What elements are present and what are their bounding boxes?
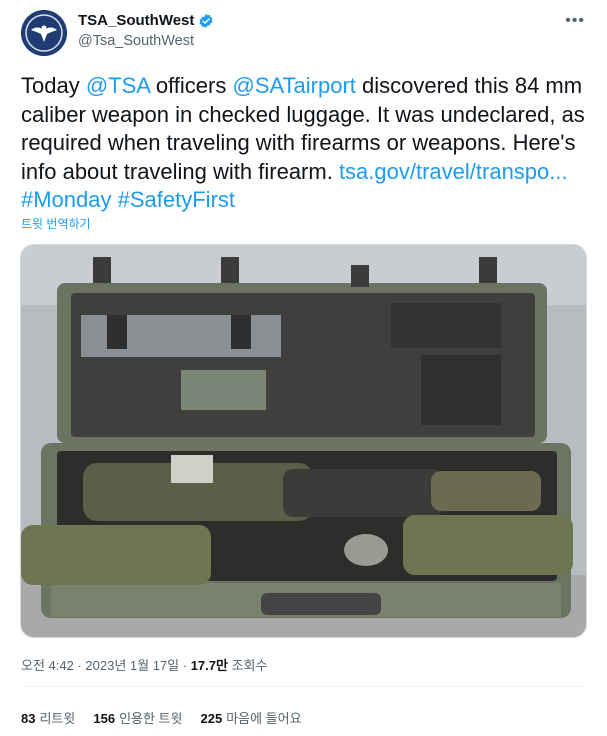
quotes-label: 인용한 트윗 xyxy=(119,711,183,726)
tweet-url-link[interactable]: tsa.gov/travel/transpo... xyxy=(339,159,568,184)
tweet-text-part: Today xyxy=(21,73,86,98)
retweets-label: 리트윗 xyxy=(39,711,76,726)
tweet-date[interactable]: 2023년 1월 17일 xyxy=(85,658,179,673)
views-count: 17.7만 xyxy=(190,658,228,673)
quotes-count: 156 xyxy=(93,711,116,726)
mention-tsa[interactable]: @TSA xyxy=(86,73,150,98)
meta-separator: · xyxy=(179,658,191,673)
avatar[interactable] xyxy=(21,10,67,56)
retweets-count: 83 xyxy=(21,711,36,726)
tweet-time[interactable]: 오전 4:42 xyxy=(21,658,74,673)
translate-tweet-link[interactable]: 트윗 번역하기 xyxy=(21,215,91,232)
tsa-seal-icon xyxy=(21,10,67,56)
tweet-text: Today @TSA officers @SATairport discover… xyxy=(21,72,591,215)
author-handle[interactable]: @Tsa_SouthWest xyxy=(78,33,194,49)
retweets-stat[interactable]: 83 리트윗 xyxy=(21,708,75,727)
quotes-stat[interactable]: 156 인용한 트윗 xyxy=(93,708,182,727)
tweet-text-part: officers xyxy=(149,73,233,98)
views-label: 조회수 xyxy=(227,658,268,673)
likes-label: 마음에 들어요 xyxy=(226,711,302,726)
likes-stat[interactable]: 225 마음에 들어요 xyxy=(200,708,301,727)
tweet-meta: 오전 4:42 · 2023년 1월 17일 · 17.7만 조회수 xyxy=(21,655,267,674)
more-options-icon[interactable]: ••• xyxy=(565,12,585,30)
weapon-case-photo xyxy=(21,245,586,637)
tweet-stats: 83 리트윗 156 인용한 트윗 225 마음에 들어요 xyxy=(21,708,302,727)
mention-satairport[interactable]: @SATairport xyxy=(232,73,355,98)
hashtag-monday[interactable]: #Monday xyxy=(21,187,112,212)
meta-separator: · xyxy=(73,658,86,673)
verified-badge-icon xyxy=(200,13,213,28)
divider xyxy=(21,686,586,687)
hashtag-safetyfirst[interactable]: #SafetyFirst xyxy=(118,187,235,212)
author-name[interactable]: TSA_SouthWest xyxy=(78,12,194,29)
likes-count: 225 xyxy=(200,711,223,726)
tweet-photo[interactable] xyxy=(20,244,587,638)
